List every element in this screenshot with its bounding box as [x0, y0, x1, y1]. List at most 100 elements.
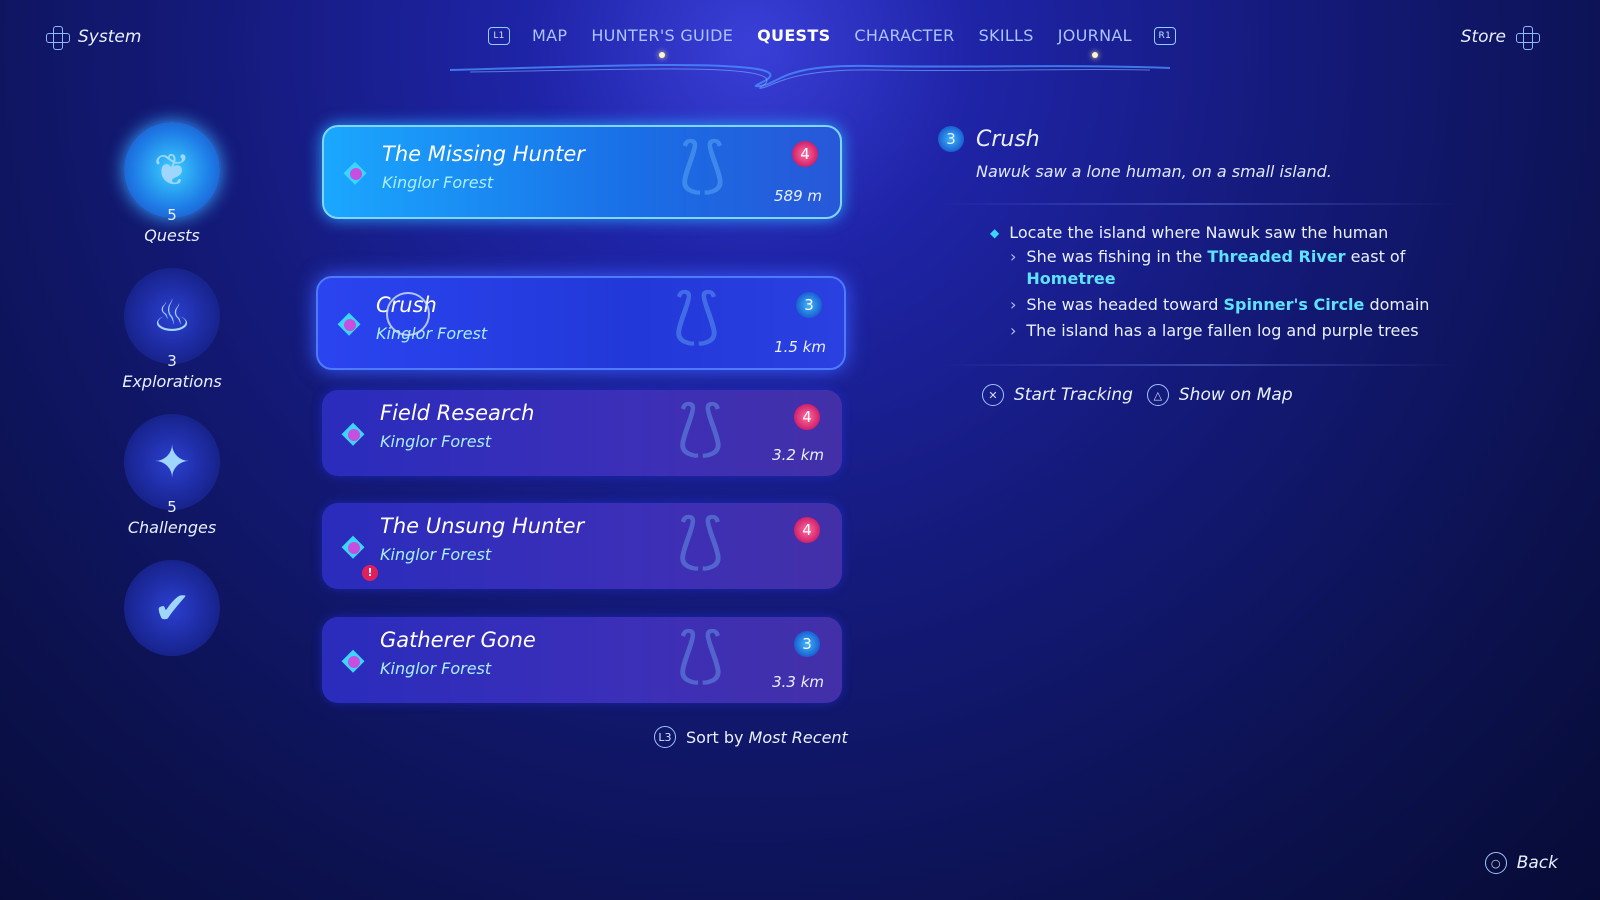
chevron-right-icon: ›	[1010, 295, 1017, 314]
quest-gem-icon: ◆	[336, 305, 362, 341]
circle-button-icon: ○	[1484, 852, 1507, 874]
alert-icon: !	[362, 565, 378, 581]
detail-level-badge: 3	[938, 126, 964, 152]
quest-card-ornament: ⟅⟆	[677, 393, 724, 463]
sidebar-item-challenges[interactable]: ✦ 5 Challenges	[112, 414, 232, 537]
quest-level-badge: 3	[796, 292, 822, 318]
category-count: 5	[167, 498, 177, 516]
gem-core	[348, 429, 360, 441]
quest-card[interactable]: ◆ Field Research Kinglor Forest ⟅⟆ 4 3.2 km	[322, 390, 842, 476]
tab-skills[interactable]: SKILLS	[967, 26, 1046, 45]
divider	[938, 203, 1458, 205]
hint-location-link: Hometree	[1026, 269, 1116, 288]
hint-location-link: Threaded River	[1207, 247, 1346, 266]
quest-title: Field Research	[380, 401, 535, 425]
system-label: System	[78, 27, 142, 47]
quest-card-ornament: ⟅⟆	[673, 281, 720, 351]
quest-gem-icon: ◆	[340, 642, 366, 678]
hint-text: The island has a large fallen log and pu…	[1026, 320, 1418, 342]
quest-card[interactable]: ◆! The Unsung Hunter Kinglor Forest ⟅⟆ 4	[322, 503, 842, 589]
quest-distance: 3.2 km	[772, 446, 824, 464]
quest-detail-panel: 3 Crush Nawuk saw a lone human, on a sma…	[938, 126, 1458, 406]
show-on-map-button[interactable]: △ Show on Map	[1146, 384, 1293, 406]
sidebar-item-completed[interactable]: ✔	[112, 560, 232, 656]
main-tabs: L1 MAP HUNTER'S GUIDE QUESTS CHARACTER SKILL…	[478, 26, 1186, 58]
tab-label: CHARACTER	[854, 26, 955, 45]
quest-distance: 589 m	[773, 187, 822, 205]
tab-map[interactable]: MAP	[520, 26, 579, 45]
detail-title: Crush	[976, 126, 1040, 152]
quest-card[interactable]: ◆ Gatherer Gone Kinglor Forest ⟅⟆ 3 3.3 km	[322, 617, 842, 703]
tab-label: JOURNAL	[1057, 26, 1132, 45]
quest-card[interactable]: ◆ The Missing Hunter Kinglor Forest ⟅⟆ 4 589 …	[322, 125, 842, 219]
top-nav: System L1 MAP HUNTER'S GUIDE QUESTS CHARACT…	[0, 0, 1600, 90]
tab-journal[interactable]: JOURNAL	[1046, 26, 1144, 58]
l3-button-icon: L3	[654, 726, 676, 748]
back-label: Back	[1516, 853, 1558, 873]
chevron-right-icon: ›	[1010, 247, 1017, 266]
hint-text-part: The island has a large fallen log and pu…	[1026, 321, 1419, 340]
quest-level-badge: 4	[792, 141, 818, 167]
hint-text-part: She was fishing in the	[1026, 247, 1208, 266]
start-tracking-button[interactable]: ✕ Start Tracking	[982, 384, 1133, 406]
triangle-button-icon: △	[1146, 384, 1169, 406]
quest-location: Kinglor Forest	[380, 545, 492, 564]
quest-location: Kinglor Forest	[380, 432, 492, 451]
quest-level-badge: 4	[794, 404, 820, 430]
l1-bumper-icon[interactable]: L1	[488, 26, 510, 45]
sort-button[interactable]: L3 Sort by Most Recent	[654, 726, 848, 748]
quest-distance: 3.3 km	[772, 673, 824, 691]
quest-title: Gatherer Gone	[380, 628, 536, 652]
action-label: Start Tracking	[1014, 385, 1133, 405]
quest-gem-icon: ◆	[340, 528, 366, 564]
divider	[938, 364, 1458, 366]
chevron-right-icon: ›	[1010, 321, 1017, 340]
store-label: Store	[1460, 27, 1506, 47]
quest-level-badge: 3	[794, 631, 820, 657]
quest-card-ornament: ⟅⟆	[679, 130, 726, 200]
sidebar-item-explorations[interactable]: ♨ 3 Explorations	[112, 268, 232, 391]
nav-wave-decoration	[450, 63, 1170, 89]
category-label: Explorations	[122, 372, 222, 391]
sidebar-item-quests[interactable]: ❦ 5 Quests	[112, 122, 232, 245]
tab-hunter-s-guide[interactable]: HUNTER'S GUIDE	[579, 26, 745, 58]
tab-label: MAP	[532, 26, 568, 45]
category-count: 3	[167, 352, 177, 370]
quest-level-badge: 4	[794, 517, 820, 543]
quest-location: Kinglor Forest	[380, 659, 492, 678]
objective-hint: › The island has a large fallen log and p…	[1010, 320, 1458, 342]
quest-title: The Unsung Hunter	[380, 514, 585, 538]
objective-text: Locate the island where Nawuk saw the hu…	[1009, 223, 1389, 242]
category-count: 5	[167, 206, 177, 224]
store-button[interactable]: Store	[1460, 26, 1540, 50]
category-label: Quests	[144, 226, 200, 245]
r1-bumper-icon[interactable]: R1	[1153, 26, 1176, 45]
cross-button-icon: ✕	[982, 384, 1004, 406]
gem-core	[348, 656, 360, 668]
quest-card-ornament: ⟅⟆	[677, 620, 724, 690]
gem-core	[348, 542, 360, 554]
tab-quests[interactable]: QUESTS	[745, 26, 842, 45]
detail-description: Nawuk saw a lone human, on a small islan…	[976, 162, 1332, 181]
hint-text-part: She was headed toward	[1026, 295, 1224, 314]
tab-character[interactable]: CHARACTER	[842, 26, 966, 45]
challenge-arrows-icon: ✦	[124, 414, 220, 510]
objective: ◆ Locate the island where Nawuk saw the …	[990, 223, 1458, 242]
hint-text-part: east of	[1345, 247, 1406, 266]
quest-feather-icon: ❦	[124, 122, 220, 218]
sort-value: Most Recent	[748, 727, 848, 747]
tab-label: HUNTER'S GUIDE	[591, 26, 734, 45]
sort-prefix: Sort by	[686, 727, 744, 747]
hint-location-link: Spinner's Circle	[1223, 295, 1365, 314]
hint-text: She was fishing in the Threaded River ea…	[1026, 246, 1458, 290]
quest-gem-icon: ◆	[340, 415, 366, 451]
quest-card-ornament: ⟅⟆	[677, 506, 724, 576]
diamond-bullet-icon: ◆	[990, 225, 1000, 240]
cursor-ring	[386, 292, 430, 336]
objective-hint: › She was headed toward Spinner's Circle …	[1010, 294, 1458, 316]
completed-check-icon: ✔	[124, 560, 220, 656]
quest-title: The Missing Hunter	[382, 142, 585, 166]
hint-text: She was headed toward Spinner's Circle d…	[1026, 294, 1429, 316]
system-button[interactable]: System	[46, 26, 142, 50]
back-button[interactable]: ○ Back	[1484, 852, 1558, 874]
